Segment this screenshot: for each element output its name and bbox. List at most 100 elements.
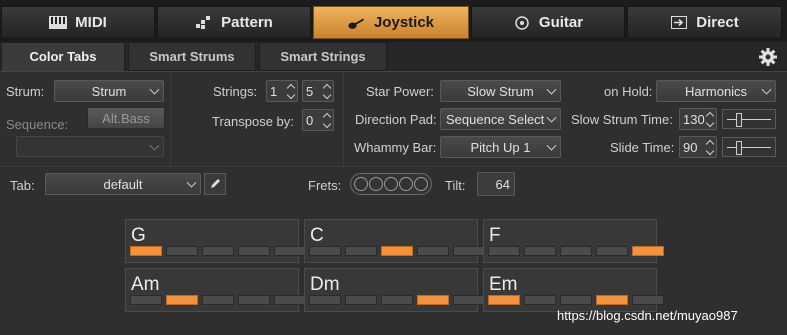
star-power-value: Slow Strum — [467, 83, 534, 99]
fret-cell — [238, 295, 270, 305]
tab-smart-strums[interactable]: Smart Strums — [128, 42, 256, 71]
fret-cell-on — [488, 295, 520, 305]
chord-frets — [130, 246, 306, 256]
tab-guitar-label: Guitar — [538, 14, 584, 31]
sequence-label: Sequence: — [6, 117, 69, 132]
pencil-icon — [211, 179, 220, 188]
edit-tab-button[interactable] — [204, 173, 226, 195]
chord-name: F — [489, 225, 501, 246]
alt-bass-button[interactable]: Alt.Bass — [87, 107, 165, 129]
tab-smart-strings[interactable]: Smart Strings — [259, 42, 387, 71]
star-power-select[interactable]: Slow Strum — [440, 80, 561, 102]
tab-pattern-label: Pattern — [221, 14, 273, 31]
tab-direct[interactable]: Direct — [627, 6, 782, 39]
tab-pattern[interactable]: Pattern — [157, 6, 311, 39]
fret-cell — [417, 246, 449, 256]
fret-cell — [524, 295, 556, 305]
gear-icon[interactable] — [758, 47, 778, 67]
stepper-arrows-icon[interactable] — [705, 138, 714, 156]
slider-track — [727, 147, 771, 148]
tab-midi-label: MIDI — [75, 14, 107, 31]
tab-color-tabs[interactable]: Color Tabs — [1, 42, 125, 71]
whammy-bar-select[interactable]: Pitch Up 1 — [440, 136, 561, 158]
strings-label: Strings: — [213, 84, 258, 99]
fret-cell-on — [596, 295, 628, 305]
section-divider — [170, 72, 171, 166]
chevron-down-icon — [546, 112, 557, 123]
pattern-grid-icon — [195, 15, 213, 30]
slide-time-stepper[interactable]: 90 — [679, 136, 717, 158]
stepper-arrows-icon[interactable] — [322, 82, 331, 100]
chord-frets — [488, 246, 664, 256]
fret-circle[interactable] — [369, 177, 383, 191]
fret-cell — [345, 295, 377, 305]
chord-button[interactable]: G — [125, 219, 306, 263]
chevron-down-icon — [186, 177, 197, 188]
stepper-arrows-icon[interactable] — [322, 111, 331, 129]
section-divider — [343, 72, 344, 166]
tilt-value-field: 64 — [477, 172, 515, 196]
fret-cell — [560, 246, 592, 256]
chevron-down-icon — [149, 140, 160, 151]
row-divider — [0, 166, 787, 167]
slide-time-slider[interactable] — [722, 137, 776, 157]
whammy-bar-label: Whammy Bar: — [354, 140, 437, 155]
tab-midi[interactable]: MIDI — [1, 6, 155, 39]
slider-thumb[interactable] — [735, 113, 742, 127]
fret-cell — [596, 246, 628, 256]
fret-circle[interactable] — [384, 177, 398, 191]
tab-select-value: default — [103, 176, 143, 192]
fret-circle[interactable] — [399, 177, 413, 191]
sequence-select[interactable] — [16, 136, 164, 157]
star-power-label: Star Power: — [366, 84, 434, 99]
tab-color-tabs-label: Color Tabs — [29, 49, 97, 64]
direct-arrow-icon — [670, 16, 688, 30]
chevron-down-icon — [149, 84, 160, 95]
fret-cell — [238, 246, 270, 256]
chord-button[interactable]: F — [483, 219, 664, 263]
chord-frets — [130, 295, 306, 305]
tilt-label: Tilt: — [445, 178, 466, 193]
tab-direct-label: Direct — [696, 14, 739, 31]
slow-strum-time-slider[interactable] — [722, 109, 776, 129]
fret-cell — [130, 295, 162, 305]
direction-pad-select[interactable]: Sequence Select — [440, 108, 561, 130]
strings-from-stepper[interactable]: 1 — [266, 80, 298, 102]
tab-smart-strings-label: Smart Strings — [280, 49, 366, 64]
guitar-pick-icon — [513, 15, 531, 30]
on-hold-label: on Hold: — [604, 84, 653, 99]
fret-circle[interactable] — [414, 177, 428, 191]
tab-joystick[interactable]: Joystick — [313, 6, 469, 39]
stepper-arrows-icon[interactable] — [705, 110, 714, 128]
chord-button[interactable]: C — [304, 219, 485, 263]
tilt-value: 64 — [495, 176, 510, 192]
slow-strum-time-stepper[interactable]: 130 — [679, 108, 717, 130]
chord-button[interactable]: Dm — [304, 268, 485, 312]
frets-indicator[interactable] — [350, 173, 432, 195]
tab-guitar[interactable]: Guitar — [471, 6, 625, 39]
fret-cell-on — [166, 295, 198, 305]
slow-strum-time-value: 130 — [683, 111, 705, 127]
slider-thumb[interactable] — [735, 141, 742, 155]
chord-button[interactable]: Em — [483, 268, 664, 312]
tab-joystick-label: Joystick — [373, 14, 435, 31]
strings-to-value: 5 — [306, 83, 314, 99]
transpose-value: 0 — [306, 112, 314, 128]
on-hold-select[interactable]: Harmonics — [656, 80, 776, 102]
tab-label: Tab: — [10, 178, 35, 193]
tab-select[interactable]: default — [45, 173, 201, 195]
fret-cell — [309, 246, 341, 256]
strings-to-stepper[interactable]: 5 — [302, 80, 334, 102]
watermark: https://blog.csdn.net/muyao987 — [557, 308, 738, 323]
strum-label: Strum: — [6, 84, 45, 99]
alt-bass-label: Alt.Bass — [102, 110, 150, 126]
chord-button[interactable]: Am — [125, 268, 306, 312]
stepper-arrows-icon[interactable] — [286, 82, 295, 100]
fret-circle[interactable] — [354, 177, 368, 191]
chord-name: Dm — [310, 274, 340, 295]
guitar-icon — [348, 16, 366, 30]
fret-cell — [632, 295, 664, 305]
strum-select[interactable]: Strum — [54, 80, 164, 102]
transpose-stepper[interactable]: 0 — [302, 109, 334, 131]
fret-cell-on — [381, 246, 413, 256]
